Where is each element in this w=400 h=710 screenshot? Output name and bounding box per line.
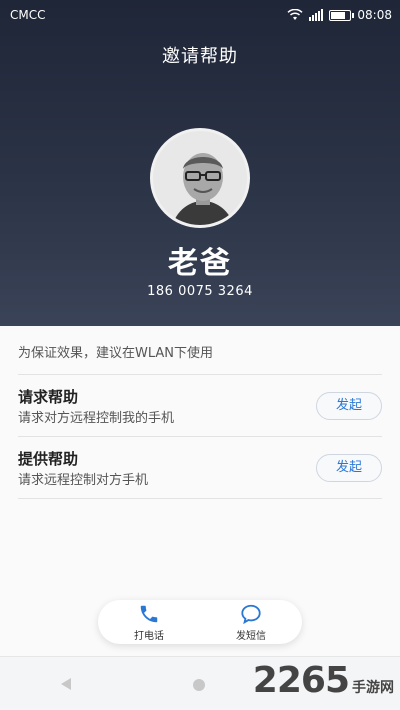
network-hint: 为保证效果，建议在WLAN下使用 (18, 346, 214, 361)
page-title: 邀请帮助 (162, 46, 238, 67)
contact-name: 老爸 (168, 246, 232, 281)
call-label: 打电话 (134, 630, 164, 642)
battery-icon (329, 9, 355, 21)
divider (18, 436, 382, 437)
provide-help-description: 请求远程控制对方手机 (18, 473, 149, 488)
divider (18, 374, 382, 375)
sms-label: 发短信 (236, 630, 266, 642)
signal-icon (309, 9, 324, 21)
provide-help-launch-button[interactable]: 发起 (316, 454, 382, 482)
phone-icon (140, 605, 158, 622)
request-help-description: 请求对方远程控制我的手机 (18, 411, 175, 426)
divider (18, 498, 382, 499)
clock: 08:08 (357, 8, 392, 22)
status-icons: 08:08 (287, 8, 392, 22)
contact-actions: 打电话 发短信 (98, 600, 302, 644)
watermark-site: 手游网 (352, 680, 394, 696)
contact-header: CMCC 08:08 邀请帮助 老爸 186 0075 3264 (0, 0, 400, 326)
watermark: 2265 手游网 (253, 660, 394, 701)
message-icon (241, 604, 261, 624)
provide-help-title: 提供帮助 (18, 450, 79, 468)
request-help-title: 请求帮助 (18, 388, 79, 406)
avatar (150, 128, 250, 228)
call-button[interactable]: 打电话 (109, 603, 189, 642)
avatar-photo (153, 131, 247, 225)
watermark-number: 2265 (252, 660, 350, 701)
carrier-label: CMCC (10, 8, 46, 22)
contact-phone: 186 0075 3264 (147, 284, 253, 299)
sms-button[interactable]: 发短信 (211, 603, 291, 642)
wifi-icon (287, 9, 303, 20)
request-help-launch-button[interactable]: 发起 (316, 392, 382, 420)
status-bar: CMCC 08:08 (0, 0, 400, 30)
back-icon[interactable] (60, 677, 72, 691)
home-icon[interactable] (193, 679, 205, 691)
